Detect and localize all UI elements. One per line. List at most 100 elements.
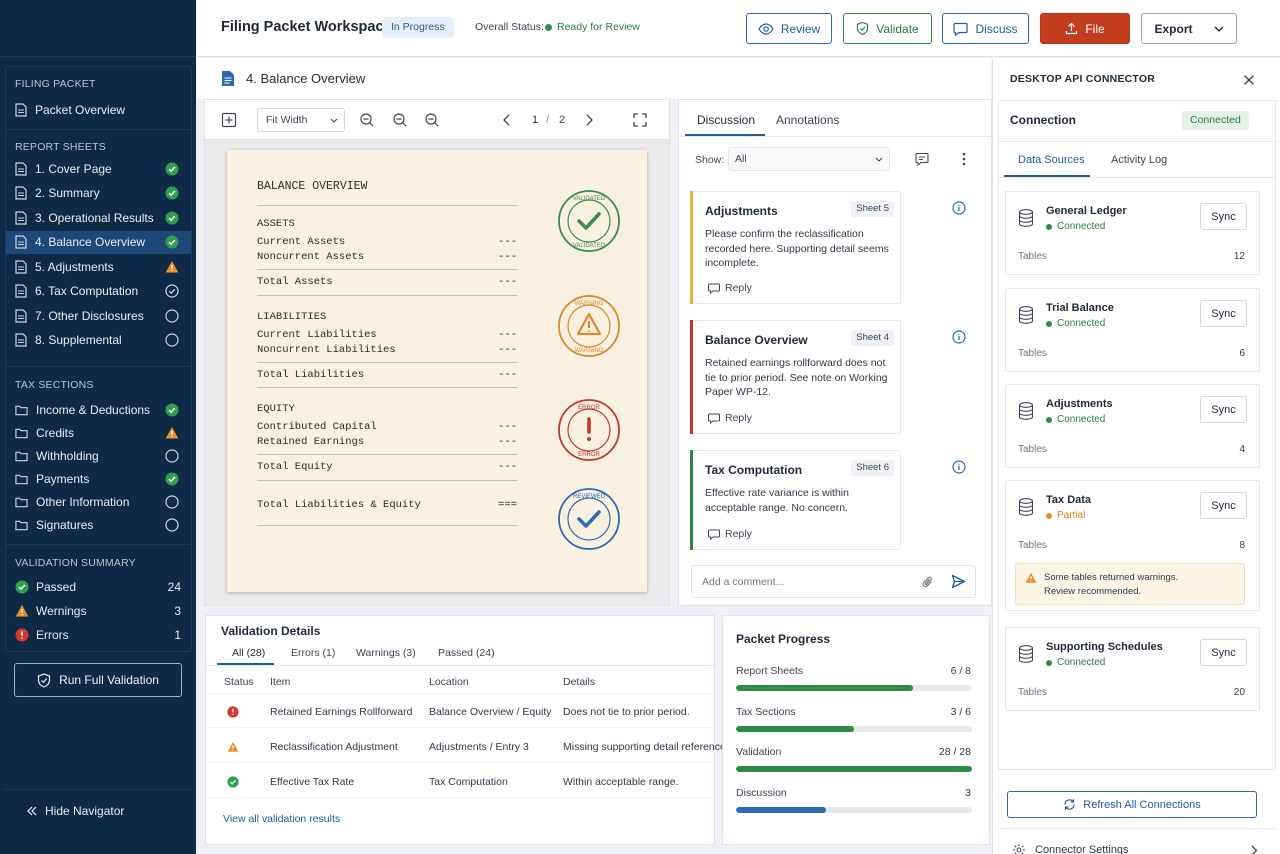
- progress-value: 28 / 28: [938, 746, 971, 758]
- zoom-out-icon[interactable]: [359, 112, 375, 128]
- svg-text:ERROR: ERROR: [578, 405, 600, 411]
- tab-warnings[interactable]: Warnings (3): [356, 647, 416, 659]
- comment-severity-bar: [690, 450, 693, 550]
- viewer-toolbar: Fit Width 1 / 2: [205, 100, 669, 140]
- export-dropdown-button[interactable]: Export: [1141, 13, 1237, 44]
- sidebar-top-strip: [0, 0, 196, 57]
- tables-count: 4: [1239, 444, 1245, 455]
- connection-label: Connection: [1010, 113, 1076, 127]
- discuss-button[interactable]: Discuss: [942, 13, 1029, 44]
- progress-fill: [736, 685, 913, 691]
- tab-errors[interactable]: Errors (1): [291, 647, 335, 659]
- chevron-right-icon[interactable]: [581, 112, 597, 128]
- sidebar-item-report-sheet[interactable]: 6. Tax Computation: [6, 280, 191, 303]
- data-source-card: Trial Balance Connected Sync Tables 6: [1005, 288, 1260, 372]
- close-icon[interactable]: [1243, 74, 1255, 86]
- zoom-in-icon[interactable]: [424, 112, 440, 128]
- sidebar-item-report-sheet[interactable]: 4. Balance Overview: [6, 230, 191, 254]
- comment-list-icon[interactable]: [915, 152, 929, 166]
- info-icon[interactable]: [952, 201, 966, 215]
- info-icon[interactable]: [952, 460, 966, 474]
- hide-navigator-button[interactable]: Hide Navigator: [5, 789, 192, 831]
- divider: [6, 544, 191, 545]
- sync-button[interactable]: Sync: [1200, 300, 1247, 327]
- check-circle-icon: [165, 211, 179, 224]
- sidebar-item-tax-section[interactable]: Credits: [6, 421, 191, 444]
- comment-severity-bar: [690, 320, 693, 434]
- row-label: Total Equity: [257, 461, 333, 473]
- refresh-all-connections-button[interactable]: Refresh All Connections: [1007, 791, 1257, 818]
- more-vertical-icon[interactable]: [962, 152, 966, 166]
- review-button[interactable]: Review: [746, 13, 832, 44]
- connection-status-badge: Connected: [1182, 111, 1249, 130]
- cell-details: Does not tie to prior period.: [563, 706, 690, 718]
- summary-count: 24: [167, 580, 181, 594]
- sidebar-item-label: Payments: [36, 471, 90, 486]
- sidebar-item-tax-section[interactable]: Income & Deductions: [6, 398, 191, 421]
- tab-all[interactable]: All (28): [232, 647, 265, 659]
- hide-navigator-label: Hide Navigator: [45, 803, 125, 818]
- run-full-validation-button[interactable]: Run Full Validation: [14, 663, 182, 697]
- sidebar-item-tax-section[interactable]: Signatures: [6, 513, 191, 536]
- reply-label: Reply: [725, 412, 752, 424]
- info-icon[interactable]: [952, 330, 966, 344]
- folder-icon: [15, 474, 28, 484]
- sidebar-item-report-sheet[interactable]: 7. Other Disclosures: [6, 304, 191, 327]
- chevron-down-icon: [875, 157, 883, 162]
- source-status: Connected: [1057, 414, 1106, 425]
- show-filter-value: All: [735, 153, 747, 165]
- sync-button[interactable]: Sync: [1200, 492, 1247, 519]
- paperclip-icon[interactable]: [922, 575, 934, 589]
- sidebar-item-label: 4. Balance Overview: [35, 235, 146, 249]
- sidebar-item-report-sheet[interactable]: 1. Cover Page: [6, 157, 191, 180]
- cell-location: Tax Computation: [429, 776, 508, 788]
- packet-progress-panel: Packet Progress Report Sheets 6 / 8 Tax Se…: [722, 615, 990, 845]
- chevron-left-icon[interactable]: [499, 112, 515, 128]
- progress-label: Validation: [736, 746, 782, 758]
- tab-passed[interactable]: Passed (24): [438, 647, 495, 659]
- add-page-icon[interactable]: [221, 112, 237, 128]
- sidebar-item-tax-section[interactable]: Payments: [6, 467, 191, 490]
- comment-card[interactable]: Adjustments Sheet 5 Please confirm the rec…: [690, 191, 901, 304]
- progress-label: Tax Sections: [736, 705, 796, 718]
- zoom-out-icon[interactable]: [392, 112, 408, 128]
- validate-button[interactable]: Validate: [843, 13, 932, 44]
- sync-button[interactable]: Sync: [1200, 396, 1247, 423]
- warning-stamp-icon: WARNING WARNING: [558, 295, 620, 357]
- fit-mode-select[interactable]: Fit Width: [257, 108, 345, 132]
- sidebar-item-report-sheet[interactable]: 5. Adjustments: [6, 255, 191, 278]
- send-icon[interactable]: [951, 574, 966, 589]
- progress-label: Report Sheets: [736, 665, 804, 677]
- sidebar-item-report-sheet[interactable]: 3. Operational Results: [6, 206, 191, 229]
- tab-data-sources[interactable]: Data Sources: [1018, 154, 1085, 166]
- reply-button[interactable]: Reply: [708, 528, 752, 540]
- file-button[interactable]: File: [1040, 13, 1130, 44]
- tab-annotations[interactable]: Annotations: [776, 113, 839, 127]
- comment-card[interactable]: Balance Overview Sheet 4 Retained earnings…: [690, 320, 901, 434]
- tab-activity-log[interactable]: Activity Log: [1111, 154, 1167, 166]
- row-divider: [206, 762, 714, 763]
- view-all-results-link[interactable]: View all validation results: [223, 813, 340, 825]
- document-icon: [15, 235, 27, 249]
- reply-button[interactable]: Reply: [708, 412, 752, 424]
- data-source-card: Tax Data Partial Sync Tables 8 Some tables re…: [1005, 480, 1260, 611]
- sync-button[interactable]: Sync: [1200, 639, 1247, 666]
- document-viewer: Fit Width 1 / 2 BALANCE OVERVIEW ASSETS …: [204, 99, 670, 606]
- tab-discussion[interactable]: Discussion: [697, 113, 755, 127]
- sidebar-item-report-sheet[interactable]: 2. Summary: [6, 182, 191, 205]
- sync-button[interactable]: Sync: [1200, 203, 1247, 230]
- reply-button[interactable]: Reply: [708, 282, 752, 294]
- navigator-sidebar: FILING PACKET Packet Overview REPORT SHE…: [0, 0, 196, 854]
- sidebar-item-packet-overview[interactable]: Packet Overview: [6, 98, 191, 121]
- sidebar-item-report-sheet[interactable]: 8. Supplemental: [6, 329, 191, 352]
- sidebar-item-tax-section[interactable]: Withholding: [6, 444, 191, 467]
- source-name: Tax Data: [1046, 494, 1092, 506]
- comment-card[interactable]: Tax Computation Sheet 6 Effective rate var…: [690, 450, 901, 550]
- cell-item: Retained Earnings Rollforward: [270, 706, 413, 718]
- sidebar-item-tax-section[interactable]: Other Information: [6, 490, 191, 513]
- show-filter-select[interactable]: All: [728, 147, 890, 171]
- warning-line: Review recommended.: [1044, 586, 1142, 597]
- connector-settings-row[interactable]: Connector Settings: [998, 828, 1276, 854]
- fullscreen-icon[interactable]: [632, 112, 648, 128]
- sidebar-item-label: 3. Operational Results: [35, 210, 154, 225]
